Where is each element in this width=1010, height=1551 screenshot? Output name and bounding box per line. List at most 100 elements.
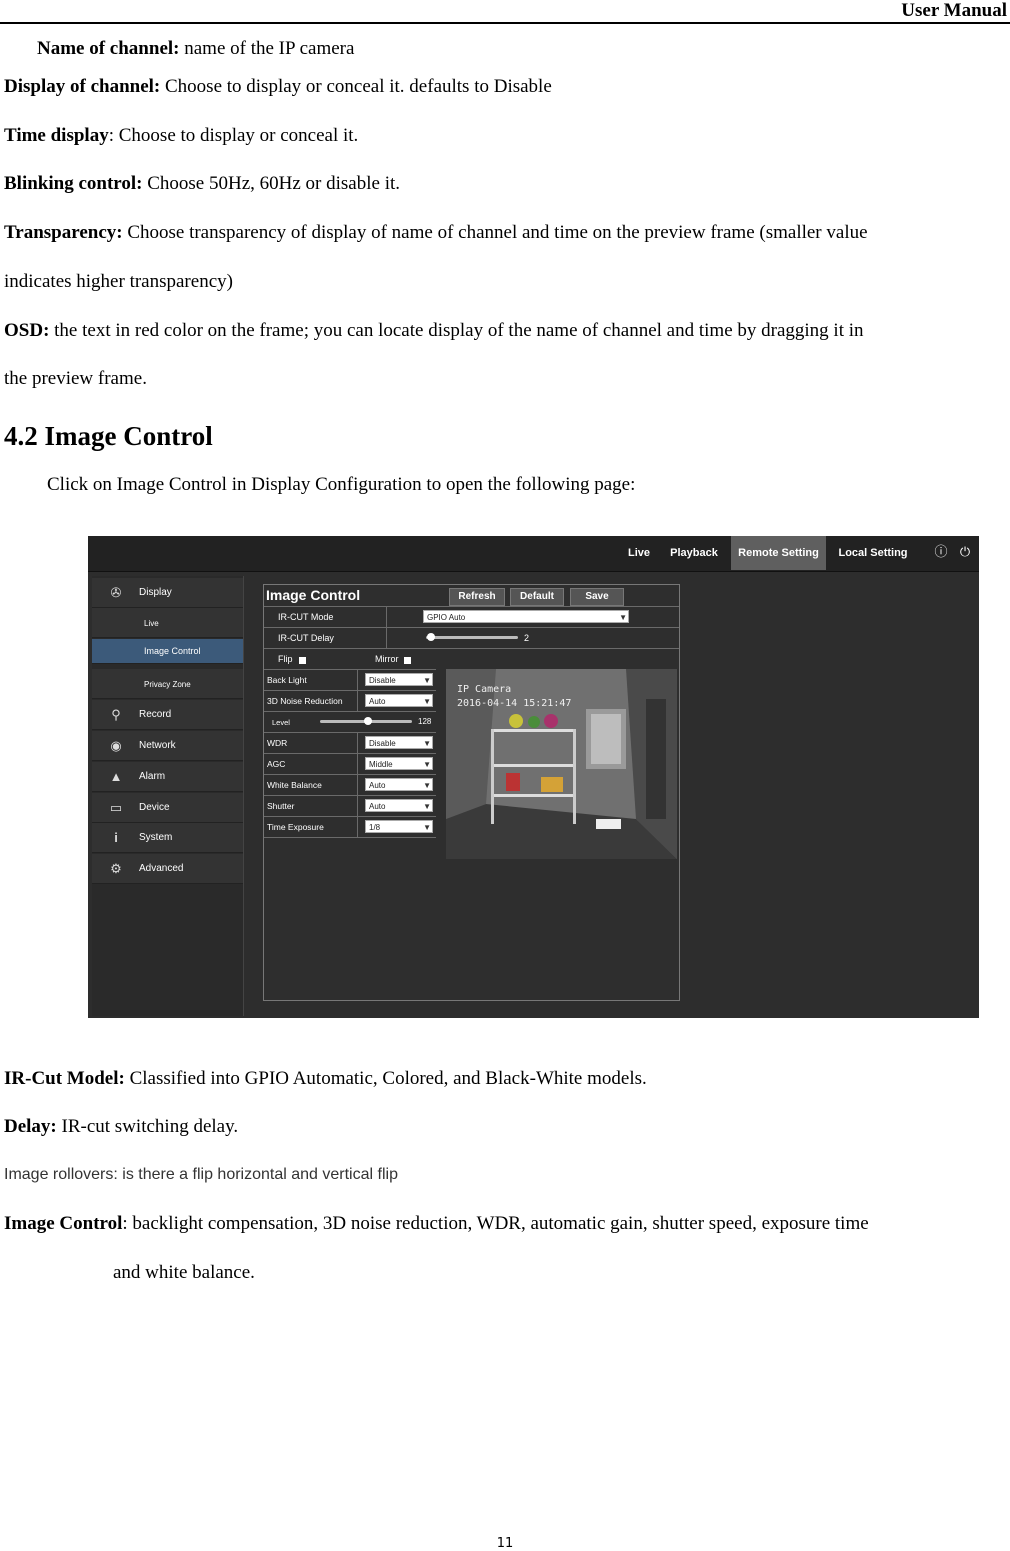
sidebar-item-image-control[interactable]: Image Control [92,639,243,664]
term: Time display [4,125,109,146]
divider [357,775,358,795]
agc-label: AGC [267,759,286,769]
ircut-delay-label: IR-CUT Delay [278,633,334,643]
para-image-control: Image Control: backlight compensation, 3… [4,1213,869,1235]
ircut-mode-select[interactable]: GPIO Auto ▼ [423,610,629,623]
para-transparency-cont: indicates higher transparency) [4,271,233,292]
wdr-label: WDR [267,738,288,748]
ircut-delay-slider-handle[interactable] [427,633,435,641]
sidebar-item-label: Record [139,709,172,720]
ircut-mode-label: IR-CUT Mode [278,612,334,622]
para-rollovers: Image rollovers: is there a flip horizon… [4,1166,398,1183]
agc-select[interactable]: Middle ▼ [365,757,433,770]
sidebar-item-privacy-zone[interactable]: Privacy Zone [92,669,243,699]
wdr-row: WDR Disable ▼ [264,732,436,753]
nav-remote-setting[interactable]: Remote Setting [731,536,826,570]
time-exposure-value: 1/8 [369,823,381,832]
term: Blinking control: [4,173,143,194]
noise-reduction-select[interactable]: Auto ▼ [365,694,433,707]
para-blinking-control: Blinking control: Choose 50Hz, 60Hz or d… [4,173,400,195]
term: Image Control [4,1213,123,1234]
sidebar: ✇ Display Live Image Control Privacy Zone… [92,576,244,1016]
back-light-row: Back Light Disable ▼ [264,669,436,690]
chevron-down-icon: ▼ [423,676,431,685]
time-exposure-select[interactable]: 1/8 ▼ [365,820,433,833]
sidebar-item-label: Alarm [139,771,166,782]
default-button[interactable]: Default [510,588,564,606]
para-image-control-cont: and white balance. [113,1262,255,1283]
back-light-select[interactable]: Disable ▼ [365,673,433,686]
search-icon: ⚲ [111,707,121,722]
chevron-down-icon: ▼ [423,739,431,748]
wdr-select[interactable]: Disable ▼ [365,736,433,749]
level-row: Level 128 [264,711,436,732]
wdr-value: Disable [369,739,396,748]
sidebar-item-advanced[interactable]: ⚙ Advanced [92,854,243,884]
term: Name of channel: [37,38,180,59]
flip-checkbox[interactable] [299,657,306,664]
running-header: User Manual [901,0,1007,21]
sidebar-item-system[interactable]: i System [92,823,243,853]
white-balance-select[interactable]: Auto ▼ [365,778,433,791]
level-value: 128 [418,717,432,726]
camera-osd-text: IP Camera 2016-04-14 15:21:47 [457,684,572,709]
nav-local-setting[interactable]: Local Setting [833,536,913,570]
desc: IR-cut switching delay. [56,1116,239,1137]
sidebar-item-label: System [139,832,173,843]
white-balance-row: White Balance Auto ▼ [264,774,436,795]
nav-live[interactable]: Live [618,536,660,570]
ircut-delay-slider[interactable] [426,636,518,639]
divider [386,628,387,649]
noise-reduction-row: 3D Noise Reduction Auto ▼ [264,690,436,711]
monitor-icon: ▭ [109,800,123,815]
sidebar-item-label: Live [144,619,159,628]
divider [357,670,358,690]
white-balance-value: Auto [369,781,386,790]
ui-screenshot: Live Playback Remote Setting Local Setti… [88,536,979,1018]
webcam-icon: ◉ [110,738,122,753]
sidebar-item-network[interactable]: ◉ Network [92,731,243,761]
para-display-of-channel: Display of channel: Choose to display or… [4,76,552,98]
para-time-display: Time display: Choose to display or conce… [4,125,358,147]
chevron-down-icon: ▼ [423,802,431,811]
chevron-down-icon: ▼ [423,781,431,790]
sidebar-item-live[interactable]: Live [92,608,243,638]
chevron-down-icon: ▼ [619,613,627,622]
back-light-label: Back Light [267,675,307,685]
ircut-mode-value: GPIO Auto [427,613,466,622]
para-delay: Delay: IR-cut switching delay. [4,1116,238,1138]
section-heading: 4.2 Image Control [4,421,213,451]
time-exposure-label: Time Exposure [267,822,324,832]
sidebar-item-device[interactable]: ▭ Device [92,793,243,823]
sidebar-item-label: Advanced [139,863,184,874]
term: IR-Cut Model: [4,1068,125,1089]
ircut-mode-row: IR-CUT Mode GPIO Auto ▼ [264,606,679,628]
page-number: 11 [496,1536,514,1551]
noise-reduction-value: Auto [369,697,386,706]
alarm-bell-icon: ▲ [109,769,123,784]
shutter-select[interactable]: Auto ▼ [365,799,433,812]
refresh-button[interactable]: Refresh [449,588,505,606]
divider [357,817,358,837]
info-icon[interactable]: ⓘ [934,545,948,559]
sidebar-item-record[interactable]: ⚲ Record [92,700,243,730]
power-icon[interactable]: ⏻ [958,545,972,559]
desc: Choose 50Hz, 60Hz or disable it. [142,173,400,194]
sidebar-item-display[interactable]: ✇ Display [92,578,243,608]
camera-preview[interactable]: IP Camera 2016-04-14 15:21:47 [446,669,677,859]
desc: Classified into GPIO Automatic, Colored,… [124,1068,647,1089]
nav-playback[interactable]: Playback [666,536,722,570]
level-slider-handle[interactable] [364,717,372,725]
divider [357,691,358,711]
divider [357,733,358,753]
save-button[interactable]: Save [570,588,624,606]
section-intro: Click on Image Control in Display Config… [47,474,636,495]
mirror-checkbox[interactable] [404,657,411,664]
sidebar-item-alarm[interactable]: ▲ Alarm [92,762,243,792]
ircut-delay-value: 2 [524,633,530,643]
sidebar-item-label: Privacy Zone [144,680,191,689]
image-control-panel: Image Control Refresh Default Save IR-CU… [263,584,680,1001]
info-i-icon: i [114,830,118,845]
term: Transparency: [4,222,123,243]
para-transparency: Transparency: Choose transparency of dis… [4,222,868,244]
